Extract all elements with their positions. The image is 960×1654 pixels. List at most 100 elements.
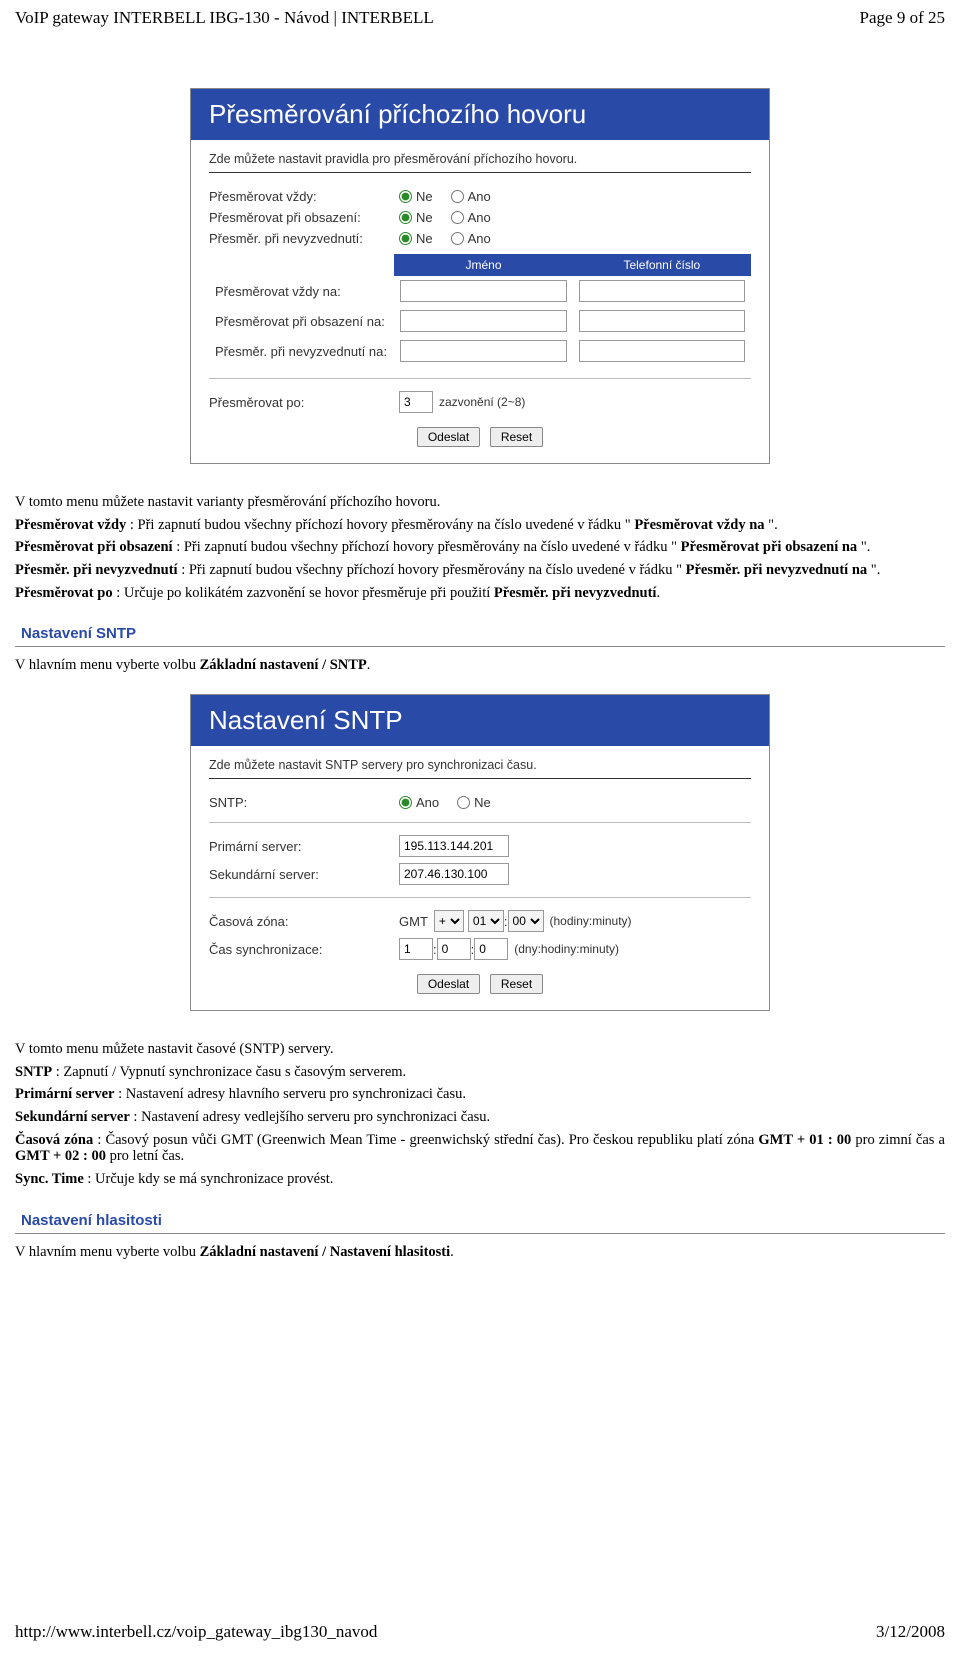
divider — [209, 897, 751, 898]
reset-button[interactable]: Reset — [490, 427, 543, 447]
row-label: Primární server: — [209, 839, 399, 854]
paragraph: Sync. Time : Určuje kdy se má synchroniz… — [15, 1171, 945, 1188]
hint: (dny:hodiny:minuty) — [514, 942, 619, 956]
paragraph: V tomto menu můžete nastavit varianty př… — [15, 494, 945, 511]
fwd-noanswer-row: Přesměr. při nevyzvednutí: Ne Ano — [209, 231, 751, 246]
primary-server-input[interactable] — [399, 835, 509, 857]
hint: zazvonění (2~8) — [439, 395, 525, 409]
timezone-row: Časová zóna: GMT + 01 : 00 (hodiny:minut… — [209, 910, 751, 932]
panel-title: Přesměrování příchozího hovoru — [191, 89, 769, 140]
sync-mins-input[interactable] — [474, 938, 508, 960]
paragraph: V hlavním menu vyberte volbu Základní na… — [15, 1244, 945, 1261]
reset-button[interactable]: Reset — [490, 974, 543, 994]
radio-ne[interactable]: Ne — [399, 231, 433, 246]
radio-ano[interactable]: Ano — [451, 189, 491, 204]
paragraph: V hlavním menu vyberte volbu Základní na… — [15, 657, 945, 674]
row-label: SNTP: — [209, 795, 399, 810]
radio-ne[interactable]: Ne — [399, 189, 433, 204]
page-number: Page 9 of 25 — [860, 8, 945, 28]
page-header: VoIP gateway INTERBELL IBG-130 - Návod |… — [15, 8, 945, 28]
radio-input[interactable] — [399, 211, 412, 224]
radio-input[interactable] — [451, 232, 464, 245]
tz-min-select[interactable]: 00 — [508, 910, 544, 932]
divider — [15, 1233, 945, 1234]
header-title: VoIP gateway INTERBELL IBG-130 - Návod |… — [15, 8, 434, 28]
divider — [15, 646, 945, 647]
table-row: Přesměr. při nevyzvednutí na: — [209, 336, 751, 366]
paragraph: Primární server : Nastavení adresy hlavn… — [15, 1086, 945, 1103]
gmt-label: GMT — [399, 914, 428, 929]
th-tel: Telefonní číslo — [573, 254, 751, 276]
radio-input[interactable] — [451, 190, 464, 203]
section-heading: Nastavení hlasitosti — [21, 1212, 945, 1229]
radio-ano[interactable]: Ano — [399, 795, 439, 810]
name-input[interactable] — [400, 280, 566, 302]
panel-title: Nastavení SNTP — [191, 695, 769, 746]
radio-ano[interactable]: Ano — [451, 231, 491, 246]
row-label: Sekundární server: — [209, 867, 399, 882]
row-label: Přesměr. při nevyzvednutí na: — [209, 336, 394, 366]
paragraph: Časová zóna : Časový posun vůči GMT (Gre… — [15, 1132, 945, 1165]
row-label: Přesměrovat po: — [209, 395, 399, 410]
row-label: Přesměrovat při obsazení: — [209, 210, 399, 225]
panel-desc: Zde můžete nastavit SNTP servery pro syn… — [209, 758, 751, 772]
row-label: Čas synchronizace: — [209, 942, 399, 957]
submit-button[interactable]: Odeslat — [417, 427, 480, 447]
forwarding-panel: Přesměrování příchozího hovoru Zde můžet… — [190, 88, 770, 464]
divider — [209, 778, 751, 779]
tz-sign-select[interactable]: + — [434, 910, 464, 932]
tel-input[interactable] — [579, 340, 745, 362]
sync-time-row: Čas synchronizace: : : (dny:hodiny:minut… — [209, 938, 751, 960]
row-label: Přesměrovat vždy: — [209, 189, 399, 204]
rings-input[interactable] — [399, 391, 433, 413]
radio-input[interactable] — [399, 796, 412, 809]
th-name: Jméno — [394, 254, 572, 276]
name-input[interactable] — [400, 340, 566, 362]
secondary-server-input[interactable] — [399, 863, 509, 885]
section-heading: Nastavení SNTP — [21, 625, 945, 642]
radio-input[interactable] — [451, 211, 464, 224]
sync-hours-input[interactable] — [437, 938, 471, 960]
paragraph: Sekundární server : Nastavení adresy ved… — [15, 1109, 945, 1126]
radio-input[interactable] — [399, 232, 412, 245]
radio-ne[interactable]: Ne — [399, 210, 433, 225]
footer-url: http://www.interbell.cz/voip_gateway_ibg… — [15, 1622, 377, 1642]
forward-targets-table: JménoTelefonní číslo Přesměrovat vždy na… — [209, 254, 751, 366]
radio-ano[interactable]: Ano — [451, 210, 491, 225]
row-label: Přesměrovat vždy na: — [209, 276, 394, 306]
page-footer: http://www.interbell.cz/voip_gateway_ibg… — [15, 1622, 945, 1642]
paragraph: Přesměrovat po : Určuje po kolikátém zaz… — [15, 585, 945, 602]
tz-hour-select[interactable]: 01 — [468, 910, 504, 932]
sntp-enable-row: SNTP: Ano Ne — [209, 795, 751, 810]
paragraph: Přesměrovat při obsazení : Při zapnutí b… — [15, 539, 945, 556]
fwd-after-row: Přesměrovat po: zazvonění (2~8) — [209, 391, 751, 413]
submit-button[interactable]: Odeslat — [417, 974, 480, 994]
tel-input[interactable] — [579, 310, 745, 332]
panel-desc: Zde můžete nastavit pravidla pro přesměr… — [209, 152, 751, 166]
row-label: Časová zóna: — [209, 914, 399, 929]
paragraph: Přesměr. při nevyzvednutí : Při zapnutí … — [15, 562, 945, 579]
tel-input[interactable] — [579, 280, 745, 302]
row-label: Přesměrovat při obsazení na: — [209, 306, 394, 336]
row-label: Přesměr. při nevyzvednutí: — [209, 231, 399, 246]
footer-date: 3/12/2008 — [876, 1622, 945, 1642]
paragraph: Přesměrovat vždy : Při zapnutí budou vše… — [15, 517, 945, 534]
divider — [209, 378, 751, 379]
divider — [209, 172, 751, 173]
radio-ne[interactable]: Ne — [457, 795, 491, 810]
fwd-busy-row: Přesměrovat při obsazení: Ne Ano — [209, 210, 751, 225]
paragraph: V tomto menu můžete nastavit časové (SNT… — [15, 1041, 945, 1058]
name-input[interactable] — [400, 310, 566, 332]
hint: (hodiny:minuty) — [550, 914, 632, 928]
paragraph: SNTP : Zapnutí / Vypnutí synchronizace č… — [15, 1064, 945, 1081]
table-row: Přesměrovat vždy na: — [209, 276, 751, 306]
radio-input[interactable] — [457, 796, 470, 809]
radio-input[interactable] — [399, 190, 412, 203]
secondary-server-row: Sekundární server: — [209, 863, 751, 885]
sntp-panel: Nastavení SNTP Zde můžete nastavit SNTP … — [190, 694, 770, 1011]
divider — [209, 822, 751, 823]
sync-days-input[interactable] — [399, 938, 433, 960]
primary-server-row: Primární server: — [209, 835, 751, 857]
fwd-always-row: Přesměrovat vždy: Ne Ano — [209, 189, 751, 204]
table-row: Přesměrovat při obsazení na: — [209, 306, 751, 336]
